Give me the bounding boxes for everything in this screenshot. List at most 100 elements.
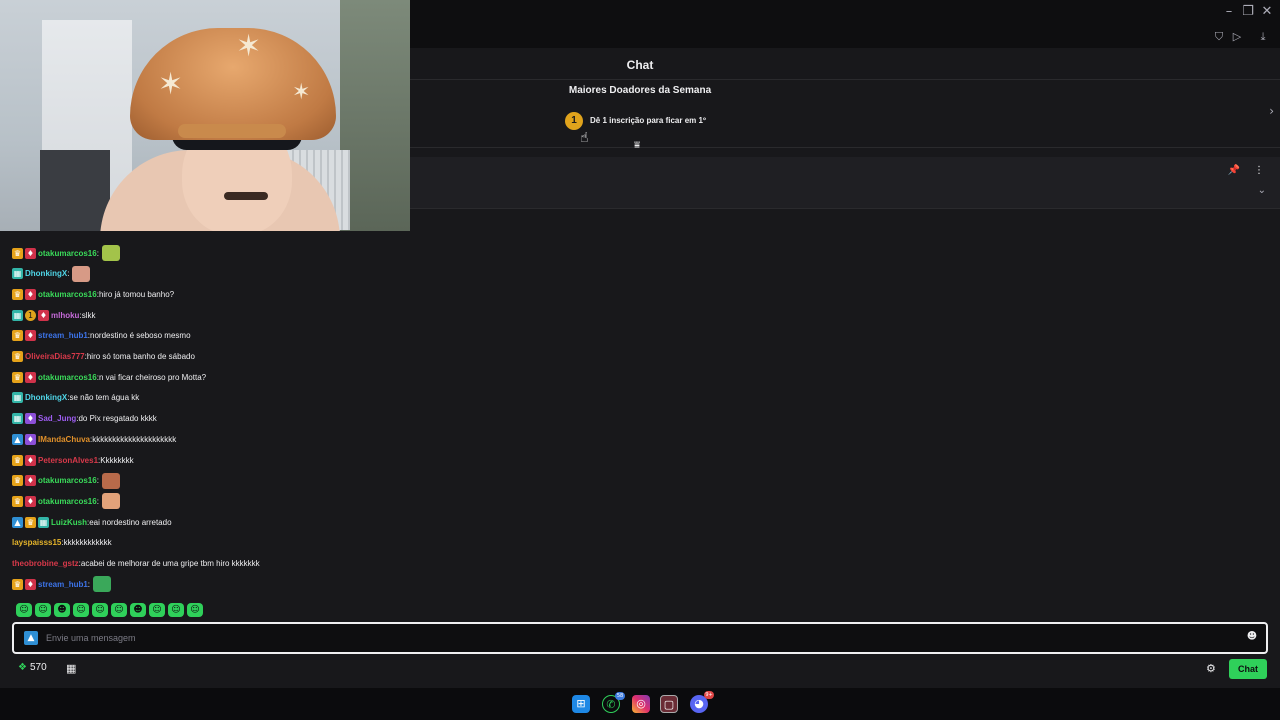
- chat-username[interactable]: otakumarcos16: [38, 249, 97, 258]
- gift-rank-badge-icon[interactable]: 1: [25, 309, 36, 321]
- discord-icon[interactable]: ◕ 9+: [690, 691, 714, 713]
- os-taskbar: ⊞ ✆ 58 ◎ ▢ ◕ 9+: [0, 688, 1280, 720]
- emote-icon[interactable]: ☻: [130, 603, 146, 617]
- chat-username[interactable]: mlhoku: [51, 311, 79, 320]
- store-icon[interactable]: ▦: [66, 662, 76, 675]
- emote-icon[interactable]: ☺: [92, 603, 108, 617]
- chat-input[interactable]: [46, 628, 1226, 648]
- chat-username[interactable]: DhonkingX: [25, 269, 67, 278]
- chat-username[interactable]: layspaisss15: [12, 538, 61, 547]
- whatsapp-icon[interactable]: ✆ 58: [602, 692, 625, 713]
- emote-icon[interactable]: ☺: [168, 603, 184, 617]
- webcam-background-shelf: [40, 150, 110, 231]
- chat-message-text: do Pix resgatado kkkk: [78, 414, 157, 424]
- chat-separator: :: [67, 269, 70, 279]
- grid-badge-icon[interactable]: ▦: [38, 516, 49, 528]
- subscriber-badge-icon[interactable]: ♦: [25, 288, 36, 300]
- download-icon[interactable]: ⤓: [1256, 30, 1270, 44]
- chat-message: ▦ DhonkingX:: [12, 265, 91, 283]
- subscriber-badge-icon[interactable]: ♦: [25, 475, 36, 487]
- chat-username[interactable]: stream_hub1: [38, 580, 88, 589]
- purple-badge-icon[interactable]: ♦: [25, 413, 36, 425]
- chat-username[interactable]: otakumarcos16: [38, 476, 97, 485]
- leaderboard-cta[interactable]: Dê 1 inscrição para ficar em 1º: [590, 116, 706, 125]
- prime-badge-icon[interactable]: ▲: [12, 516, 23, 528]
- chat-footer: ❖ 570 ▦ ⚙ Chat: [0, 658, 1280, 682]
- chevron-down-icon[interactable]: ⌄: [1258, 185, 1266, 196]
- shield-icon[interactable]: ⛉: [1212, 30, 1226, 44]
- webcam-hat-band: [178, 124, 286, 138]
- crown-badge-icon[interactable]: ♛: [12, 288, 23, 300]
- prime-badge-icon[interactable]: ▲: [12, 433, 23, 445]
- chat-message: ♛ OliveiraDias777: hiro só toma banho de …: [12, 348, 195, 366]
- grid-badge-icon[interactable]: ▦: [12, 309, 23, 321]
- chat-separator: :: [96, 248, 99, 258]
- chat-username[interactable]: PetersonAlves1: [38, 456, 98, 465]
- settings-gear-icon[interactable]: ⚙: [1206, 662, 1216, 675]
- chat-message: ▦ 1 ♦ mlhoku: slkk: [12, 306, 95, 324]
- prime-badge-icon[interactable]: ▲: [24, 631, 38, 645]
- rank-badge: 1: [565, 112, 583, 130]
- instagram-icon[interactable]: ◎: [632, 695, 650, 713]
- crown-badge-icon[interactable]: ♛: [12, 495, 23, 507]
- crown-badge-icon[interactable]: ♛: [12, 475, 23, 487]
- grid-badge-icon[interactable]: ▦: [12, 268, 23, 280]
- subscriber-badge-icon[interactable]: ♦: [25, 330, 36, 342]
- crown-badge-icon[interactable]: ♛: [12, 330, 23, 342]
- chat-username[interactable]: DhonkingX: [25, 393, 67, 402]
- emote-icon[interactable]: ☻: [54, 603, 70, 617]
- crown-badge-icon[interactable]: ♛: [12, 371, 23, 383]
- more-options-icon[interactable]: ⋮: [1254, 165, 1264, 176]
- chevron-right-icon[interactable]: ›: [1269, 104, 1274, 118]
- crown-badge-icon[interactable]: ♛: [12, 351, 23, 362]
- chat-message-text: Kkkkkkkk: [100, 455, 134, 465]
- chat-username[interactable]: OliveiraDias777: [25, 352, 85, 361]
- crown-badge-icon[interactable]: ♛: [25, 516, 36, 528]
- crown-badge-icon[interactable]: ♛: [12, 247, 23, 259]
- send-icon[interactable]: ▷: [1230, 30, 1244, 44]
- emoji-picker-icon[interactable]: ☻: [1246, 631, 1258, 643]
- subscriber-badge-icon[interactable]: ♦: [25, 371, 36, 383]
- chat-username[interactable]: theobrobine_gstz: [12, 559, 79, 568]
- webcam-person-mustache: [224, 192, 268, 200]
- purple-badge-icon[interactable]: ♦: [25, 433, 36, 445]
- crown-badge-icon[interactable]: ♛: [12, 454, 23, 466]
- grid-badge-icon[interactable]: ▦: [12, 392, 23, 404]
- app-active-icon[interactable]: ▢: [660, 695, 678, 713]
- close-icon[interactable]: ✕: [1258, 4, 1276, 20]
- emote-icon[interactable]: ☺: [187, 603, 203, 617]
- collapse-icon[interactable]: ⩸: [634, 140, 640, 151]
- subscriber-badge-icon[interactable]: ♦: [25, 578, 36, 590]
- chat-message: theobrobine_gstz: acabei de melhorar de …: [12, 555, 260, 573]
- chat-username[interactable]: otakumarcos16: [38, 290, 97, 299]
- crown-badge-icon[interactable]: ♛: [12, 578, 23, 590]
- emote-icon[interactable]: ☺: [35, 603, 51, 617]
- chat-username[interactable]: stream_hub1: [38, 331, 88, 340]
- subscriber-badge-icon[interactable]: ♦: [25, 495, 36, 507]
- emote-icon[interactable]: ☺: [73, 603, 89, 617]
- chat-username[interactable]: LuizKush: [51, 518, 87, 527]
- emote-icon[interactable]: ☺: [111, 603, 127, 617]
- pointer-cursor-icon: ☝: [580, 130, 589, 146]
- emote-icon[interactable]: ☺: [149, 603, 165, 617]
- subscriber-badge-icon[interactable]: ♦: [38, 309, 49, 321]
- chat-message-text: acabei de melhorar de uma gripe tbm hiro…: [80, 559, 260, 568]
- subscriber-badge-icon[interactable]: ♦: [25, 247, 36, 259]
- channel-points[interactable]: ❖ 570: [18, 662, 47, 673]
- chat-message: ♛ ♦ stream_hub1: nordestino é seboso mesmo: [12, 327, 191, 345]
- chat-title: Chat: [626, 58, 654, 72]
- pin-icon[interactable]: 📌: [1228, 165, 1240, 176]
- windows-start-icon[interactable]: ⊞: [572, 695, 590, 713]
- restore-icon[interactable]: ❐: [1239, 4, 1257, 20]
- emote-icon[interactable]: ☺: [16, 603, 32, 617]
- webcam-overlay: ✶ ✶ ✶: [0, 0, 410, 231]
- minimize-icon[interactable]: –: [1220, 4, 1238, 20]
- subscriber-badge-icon[interactable]: ♦: [25, 454, 36, 466]
- channel-points-icon: ❖: [18, 662, 27, 673]
- chat-username[interactable]: otakumarcos16: [38, 373, 97, 382]
- chat-username[interactable]: Sad_Jung: [38, 414, 76, 423]
- chat-send-button[interactable]: Chat: [1229, 659, 1267, 679]
- chat-username[interactable]: IMandaChuva: [38, 435, 90, 444]
- grid-badge-icon[interactable]: ▦: [12, 413, 23, 425]
- chat-username[interactable]: otakumarcos16: [38, 497, 97, 506]
